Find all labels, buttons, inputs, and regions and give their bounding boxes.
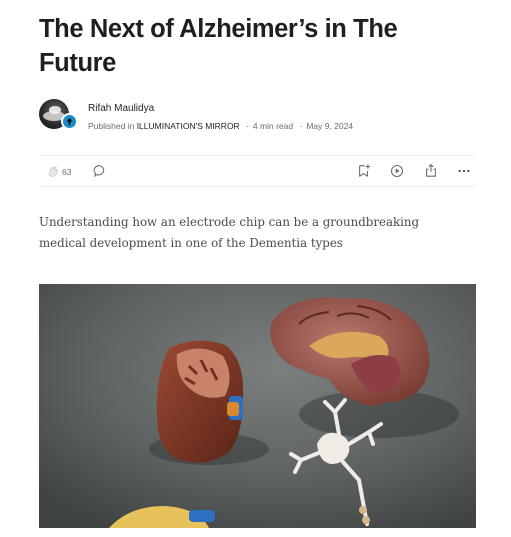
read-time: 4 min read xyxy=(252,121,294,131)
hero-image xyxy=(39,284,476,528)
meta-separator: · xyxy=(246,121,249,131)
more-icon[interactable] xyxy=(457,164,471,178)
meta-separator: · xyxy=(299,121,303,131)
article-subtitle: Understanding how an electrode chip can … xyxy=(39,215,420,250)
clap-button[interactable]: 63 xyxy=(46,165,71,178)
article-action-bar: 63 xyxy=(39,155,476,187)
share-icon[interactable] xyxy=(424,163,438,178)
play-listen-icon[interactable] xyxy=(390,164,404,178)
publication-badge[interactable] xyxy=(61,113,78,130)
comment-icon[interactable] xyxy=(93,164,107,178)
anatomy-models-photo xyxy=(39,284,476,528)
article-title: The Next of Alzheimer’s in The Future xyxy=(39,15,398,77)
clap-icon xyxy=(48,166,59,177)
published-in-label: Published in xyxy=(88,121,135,131)
author-name[interactable]: Rifah Maulidya xyxy=(88,103,154,114)
post-meta: Published in ILLUMINATION'S MIRROR · 4 mi… xyxy=(88,121,353,131)
publication-link[interactable]: ILLUMINATION'S MIRROR xyxy=(137,121,240,131)
byline: Rifah Maulidya Published in ILLUMINATION… xyxy=(39,99,476,133)
publish-date: May 9, 2024 xyxy=(306,121,354,131)
clap-count: 63 xyxy=(62,166,72,177)
bookmark-add-icon[interactable] xyxy=(357,163,371,178)
publication-logo-icon xyxy=(67,118,72,126)
